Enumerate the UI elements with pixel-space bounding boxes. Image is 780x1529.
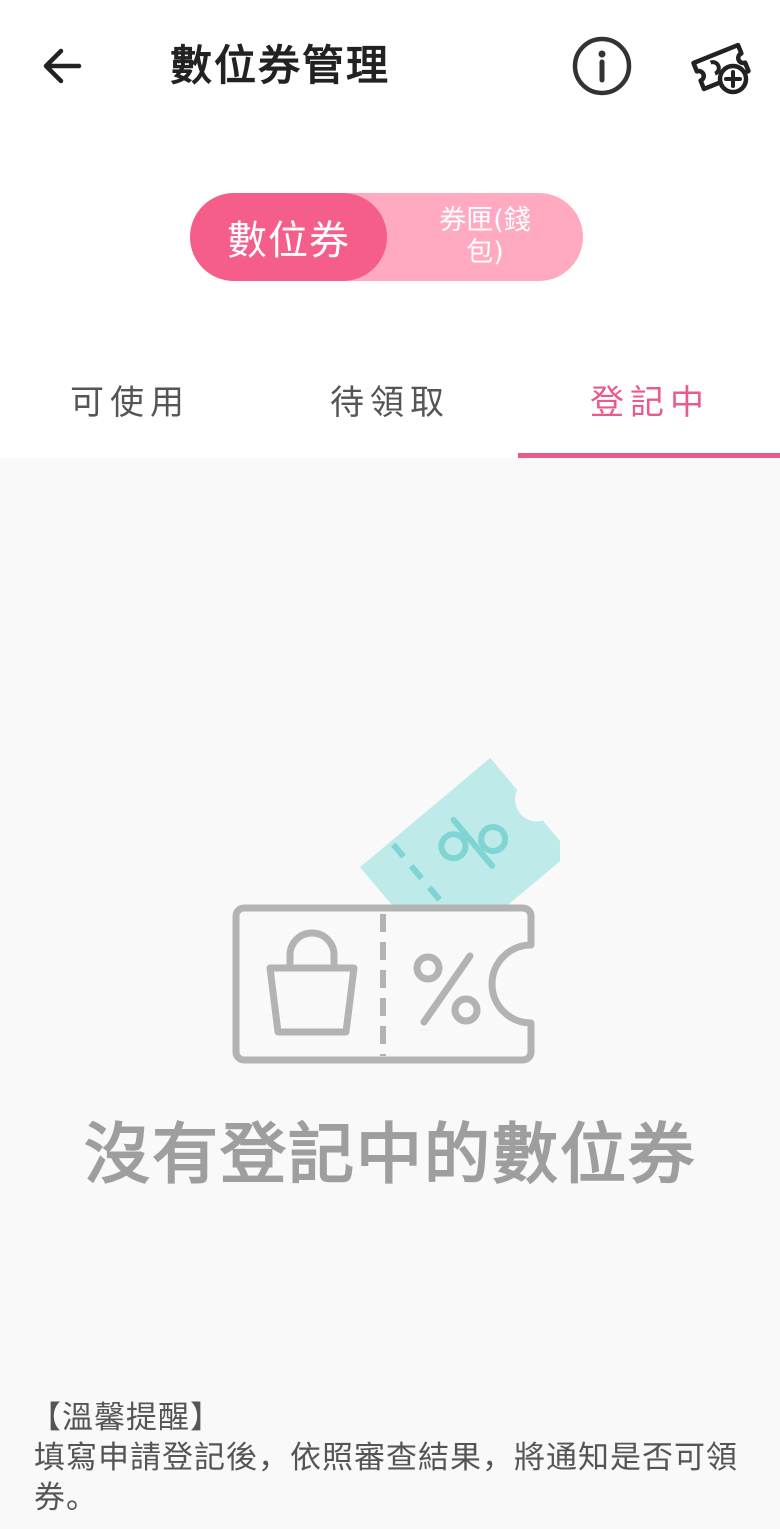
top-panel: 數位券管理 數位券 券匣(錢包) 可使用 待領取 登記中	[0, 0, 780, 458]
arrow-left-icon	[43, 48, 82, 84]
segment-digital-coupon[interactable]: 數位券	[190, 193, 387, 281]
back-button[interactable]	[32, 36, 92, 96]
notice-body: 填寫申請登記後，依照審查結果，將通知是否可領券。	[34, 1440, 738, 1516]
empty-state-message: 沒有登記中的數位券	[84, 1116, 696, 1193]
info-button[interactable]	[570, 34, 634, 98]
page-title: 數位券管理	[170, 41, 391, 90]
add-ticket-button[interactable]	[688, 34, 754, 100]
segment-wallet-label: 券匣(錢包)	[439, 205, 531, 268]
coupon-type-toggle: 數位券 券匣(錢包)	[190, 193, 583, 281]
segment-wallet[interactable]: 券匣(錢包)	[387, 193, 583, 281]
coupon-empty-icon	[232, 757, 560, 1064]
tab-indicator	[518, 453, 780, 458]
tab-available[interactable]: 可使用	[0, 358, 260, 458]
ticket-add-icon	[691, 42, 751, 95]
tab-registering[interactable]: 登記中	[520, 358, 780, 458]
notice-title: 【溫馨提醒】	[30, 1400, 222, 1436]
status-tabs: 可使用 待領取 登記中	[0, 358, 780, 458]
info-circle-icon	[572, 36, 632, 96]
tab-pending-claim[interactable]: 待領取	[260, 358, 520, 458]
notice-box: 【溫馨提醒】 填寫申請登記後，依照審查結果，將通知是否可領券。	[30, 1398, 750, 1518]
